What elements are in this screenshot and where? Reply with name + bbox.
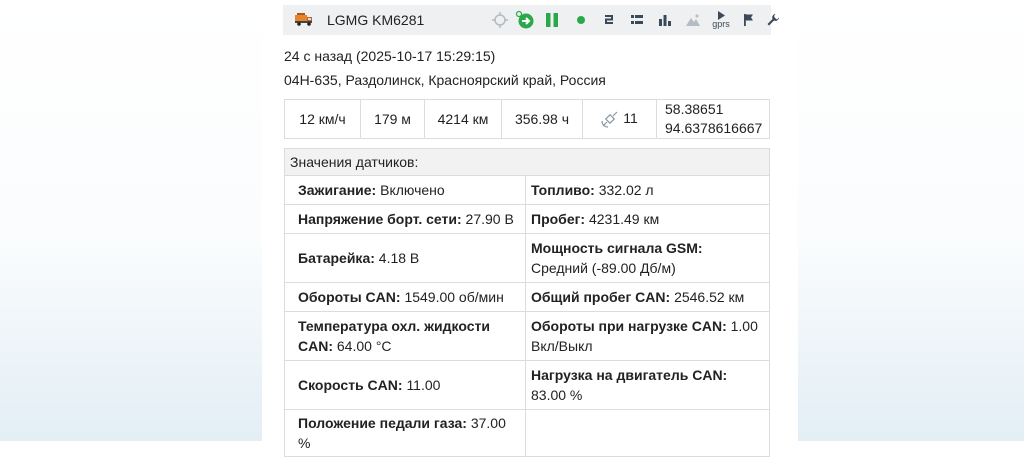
sensor-label: Топливо:: [531, 182, 595, 198]
stats-table: 12 км/ч 179 м 4214 км 356.98 ч 11 58.386…: [284, 99, 770, 139]
sensor-value: 83.00 %: [531, 387, 583, 403]
sensor-cell-left: Температура охл. жидкости CAN: 64.00 °C: [284, 311, 526, 361]
sensor-row: Обороты CAN: 1549.00 об/мин Общий пробег…: [284, 282, 770, 312]
sensor-cell-right: Обороты при нагрузке CAN: 1.00 Вкл/Выкл: [525, 311, 770, 361]
unit-header: LGMG KM6281 gprs: [283, 5, 779, 35]
sensor-label: Обороты CAN:: [298, 289, 401, 305]
address: 04Н-635, Раздолинск, Красноярский край, …: [284, 72, 606, 88]
gprs-label: gprs: [712, 19, 730, 29]
sensor-cell-left: Обороты CAN: 1549.00 об/мин: [284, 282, 526, 312]
sensor-value: Средний (-89.00 Дб/м): [531, 260, 676, 276]
sensor-cell-right: Мощность сигнала GSM: Средний (-89.00 Дб…: [525, 233, 770, 283]
latitude-value: 58.38651: [665, 101, 724, 117]
gprs-icon[interactable]: gprs: [711, 10, 731, 30]
chart-icon[interactable]: [655, 10, 675, 30]
satellites-count: 11: [623, 109, 638, 126]
sensor-row: Температура охл. жидкости CAN: 64.00 °C …: [284, 311, 770, 361]
sensor-value: 332.02 л: [598, 182, 654, 198]
locate-icon[interactable]: [490, 10, 510, 30]
sensor-value: 2546.52 км: [674, 289, 745, 305]
sensor-row: Напряжение борт. сети: 27.90 В Пробег: 4…: [284, 204, 770, 234]
sensor-label: Мощность сигнала GSM:: [531, 240, 703, 256]
sensor-cell-left: Зажигание: Включено: [284, 175, 526, 205]
sensors-header-row: Значения датчиков:: [284, 148, 770, 176]
sensor-value: Включено: [380, 182, 445, 198]
sensor-value: 64.00 °C: [336, 338, 392, 354]
terrain-icon[interactable]: [683, 10, 703, 30]
altitude-value: 179 м: [360, 99, 425, 139]
sensor-cell-right: Пробег: 4231.49 км: [525, 204, 770, 234]
satellites-cell: 11: [582, 99, 657, 139]
sensor-value: 1549.00 об/мин: [404, 289, 504, 305]
wrench-icon[interactable]: [763, 10, 783, 30]
sensor-label: Обороты при нагрузке CAN:: [531, 318, 727, 334]
flag-icon[interactable]: [738, 10, 758, 30]
coordinates-cell: 58.38651 94.6378616667: [656, 99, 770, 139]
sensor-label: Напряжение борт. сети:: [298, 211, 462, 227]
sensor-value: 4.18 В: [378, 250, 420, 266]
sensor-row: Скорость CAN: 11.00 Нагрузка на двигател…: [284, 360, 770, 410]
sensor-label: Зажигание:: [298, 182, 377, 198]
sensor-row: Батарейка: 4.18 В Мощность сигнала GSM: …: [284, 233, 770, 283]
stats-row: 12 км/ч 179 м 4214 км 356.98 ч 11 58.386…: [284, 99, 770, 139]
sensor-label: Скорость CAN:: [298, 377, 403, 393]
list-icon[interactable]: [627, 10, 647, 30]
command-icon[interactable]: [599, 10, 619, 30]
satellite-icon: [601, 111, 618, 128]
follow-icon[interactable]: [515, 10, 535, 30]
longitude-value: 94.6378616667: [665, 120, 763, 136]
sensor-row: Зажигание: Включено Топливо: 332.02 л: [284, 175, 770, 205]
sensor-label: Нагрузка на двигатель CAN:: [531, 367, 728, 383]
sensor-label: Температура охл. жидкости CAN:: [298, 318, 490, 354]
sensor-cell-right: [525, 409, 770, 457]
sensor-cell-left: Скорость CAN: 11.00: [284, 360, 526, 410]
truck-icon: [294, 12, 314, 26]
distance-value: 4214 км: [424, 99, 502, 139]
sensor-label: Общий пробег CAN:: [531, 289, 671, 305]
sensor-cell-right: Общий пробег CAN: 2546.52 км: [525, 282, 770, 312]
sensor-value: 27.90 В: [465, 211, 514, 227]
sensor-cell-right: Топливо: 332.02 л: [525, 175, 770, 205]
sensor-label: Пробег:: [531, 211, 586, 227]
pause-icon[interactable]: [542, 10, 562, 30]
vehicle-name[interactable]: LGMG KM6281: [327, 12, 424, 28]
status-dot-icon: [571, 10, 591, 30]
sensor-label: Батарейка:: [298, 250, 375, 266]
sensor-value: 11.00: [406, 377, 441, 393]
engine-hours-value: 356.98 ч: [501, 99, 583, 139]
speed-value: 12 км/ч: [284, 99, 361, 139]
sensor-value: 4231.49 км: [588, 211, 660, 227]
sensor-cell-right: Нагрузка на двигатель CAN: 83.00 %: [525, 360, 770, 410]
sensor-cell-left: Напряжение борт. сети: 27.90 В: [284, 204, 526, 234]
sensor-cell-left: Положение педали газа: 37.00 %: [284, 409, 526, 457]
sensor-row: Положение педали газа: 37.00 %: [284, 409, 770, 457]
unit-info-panel: LGMG KM6281 gprs 24 с назад (2025-10-17 …: [262, 0, 798, 457]
sensors-table: Значения датчиков: Зажигание: Включено Т…: [284, 148, 770, 457]
sensors-heading: Значения датчиков:: [284, 148, 770, 176]
sensor-cell-left: Батарейка: 4.18 В: [284, 233, 526, 283]
last-update-time: 24 с назад (2025-10-17 15:29:15): [284, 48, 496, 64]
sensor-label: Положение педали газа:: [298, 415, 467, 431]
